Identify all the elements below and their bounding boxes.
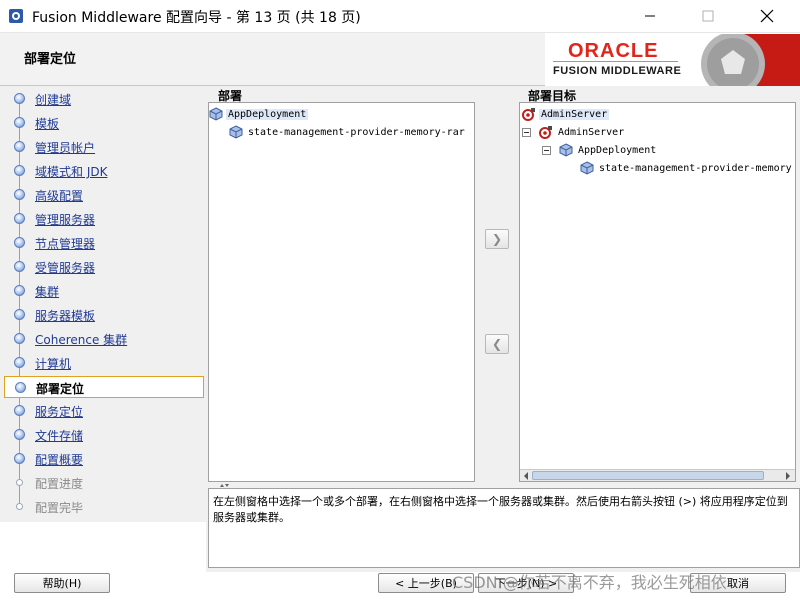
add-target-button[interactable]: ❯ [485, 229, 509, 249]
step-indicator-icon [14, 165, 25, 176]
nav-step-label: 高级配置 [35, 189, 84, 203]
scrollbar-thumb[interactable] [532, 471, 764, 480]
step-indicator-icon [14, 237, 25, 248]
nav-step-14[interactable]: 文件存储 [0, 424, 204, 446]
nav-step-label: 节点管理器 [35, 237, 96, 251]
step-indicator-icon [14, 261, 25, 272]
nav-step-9[interactable]: 服务器模板 [0, 304, 204, 326]
nav-step-label: 服务器模板 [35, 309, 96, 323]
server-icon [522, 108, 535, 121]
fusion-middleware-logo: FUSION MIDDLEWARE [553, 65, 682, 77]
help-button[interactable]: 帮助(H) [14, 573, 110, 593]
tree-item-adminserver[interactable]: AdminServer [522, 123, 626, 141]
targets-tree[interactable]: AdminServer AdminServer AppDeployment st… [519, 102, 796, 482]
step-indicator-icon [15, 382, 26, 393]
deployment-cube-icon [209, 107, 223, 121]
left-arrow-icon: ❮ [491, 337, 503, 351]
deployment-cube-icon [580, 161, 594, 175]
nav-step-label: 服务定位 [35, 405, 84, 419]
scroll-left-icon[interactable] [522, 472, 530, 480]
step-indicator-icon [14, 189, 25, 200]
right-arrow-icon: ❯ [491, 232, 503, 246]
step-indicator-icon [14, 141, 25, 152]
tree-item-appdeployment[interactable]: AppDeployment [209, 105, 309, 123]
close-button[interactable] [744, 0, 790, 32]
nav-step-label: 配置进度 [35, 477, 84, 491]
nav-step-3[interactable]: 域模式和 JDK [0, 160, 204, 182]
nav-step-label: 配置完毕 [35, 501, 84, 515]
window-title: Fusion Middleware 配置向导 - 第 13 页 (共 18 页) [32, 10, 361, 26]
step-indicator-icon [14, 93, 25, 104]
deployment-cube-icon [229, 125, 243, 139]
minimize-button[interactable] [627, 0, 673, 32]
step-indicator-icon [16, 503, 23, 510]
back-button-label: < 上一步(B) [395, 577, 457, 590]
deployment-cube-icon [559, 143, 573, 157]
nav-step-label: 部署定位 [36, 382, 85, 396]
nav-step-16: 配置进度 [0, 472, 204, 494]
nav-step-label: 域模式和 JDK [35, 165, 108, 179]
step-indicator-icon [14, 117, 25, 128]
nav-step-label: 配置概要 [35, 453, 84, 467]
nav-step-17: 配置完毕 [0, 496, 204, 518]
nav-step-4[interactable]: 高级配置 [0, 184, 204, 206]
nav-step-label: 集群 [35, 285, 60, 299]
step-indicator-icon [14, 357, 25, 368]
page-title: 部署定位 [24, 52, 77, 67]
tree-item-state-management[interactable]: state-management-provider-memory-rar [229, 123, 467, 141]
nav-step-13[interactable]: 服务定位 [0, 400, 204, 422]
step-indicator-icon [16, 479, 23, 486]
nav-step-12[interactable]: 部署定位 [4, 376, 204, 398]
nav-step-label: Coherence 集群 [35, 333, 128, 347]
maximize-button[interactable] [685, 0, 731, 32]
step-indicator-icon [14, 285, 25, 296]
csdn-watermark: CSDN @你若不离不弃，我必生死相依 [452, 573, 727, 592]
nav-step-label: 受管服务器 [35, 261, 96, 275]
maximize-icon [702, 10, 714, 22]
tree-item-target-state-management[interactable]: state-management-provider-memory [580, 159, 794, 177]
nav-step-8[interactable]: 集群 [0, 280, 204, 302]
oracle-emblem-icon [697, 34, 800, 86]
nav-step-7[interactable]: 受管服务器 [0, 256, 204, 278]
horizontal-scrollbar[interactable] [520, 469, 795, 481]
help-button-label: 帮助(H) [42, 577, 82, 590]
nav-step-label: 计算机 [35, 357, 72, 371]
nav-step-0[interactable]: 创建域 [0, 88, 204, 110]
step-indicator-icon [14, 333, 25, 344]
remove-target-button[interactable]: ❮ [485, 334, 509, 354]
nav-step-6[interactable]: 节点管理器 [0, 232, 204, 254]
step-indicator-icon [14, 453, 25, 464]
nav-step-1[interactable]: 模板 [0, 112, 204, 134]
nav-step-10[interactable]: Coherence 集群 [0, 328, 204, 350]
nav-step-2[interactable]: 管理员帐户 [0, 136, 204, 158]
step-indicator-icon [14, 429, 25, 440]
collapse-icon[interactable] [542, 145, 551, 155]
logo-divider [553, 61, 678, 62]
nav-step-label: 管理服务器 [35, 213, 96, 227]
tree-item-target-appdeployment[interactable]: AppDeployment [542, 141, 658, 159]
tree-item-adminserver-root[interactable]: AdminServer [522, 105, 610, 123]
server-icon [539, 126, 552, 139]
nav-step-label: 模板 [35, 117, 60, 131]
app-icon [9, 9, 23, 23]
nav-step-label: 文件存储 [35, 429, 84, 443]
cancel-button-label: 取消 [727, 577, 749, 590]
nav-step-label: 创建域 [35, 93, 72, 107]
minimize-icon [645, 15, 655, 17]
nav-step-11[interactable]: 计算机 [0, 352, 204, 374]
title-bar: Fusion Middleware 配置向导 - 第 13 页 (共 18 页) [0, 0, 800, 33]
nav-step-5[interactable]: 管理服务器 [0, 208, 204, 230]
collapse-icon[interactable] [522, 127, 531, 137]
description-text: 在左侧窗格中选择一个或多个部署，在右侧窗格中选择一个服务器或集群。然后使用右箭头… [208, 488, 800, 568]
deployments-tree[interactable]: AppDeployment state-management-provider-… [208, 102, 475, 482]
nav-step-label: 管理员帐户 [35, 141, 96, 155]
wizard-header: 部署定位 [0, 33, 800, 86]
step-indicator-icon [14, 309, 25, 320]
nav-step-15[interactable]: 配置概要 [0, 448, 204, 470]
scroll-right-icon[interactable] [784, 472, 792, 480]
step-indicator-icon [14, 405, 25, 416]
oracle-logo: ORACLE [568, 40, 659, 62]
step-indicator-icon [14, 213, 25, 224]
close-icon [760, 9, 774, 23]
